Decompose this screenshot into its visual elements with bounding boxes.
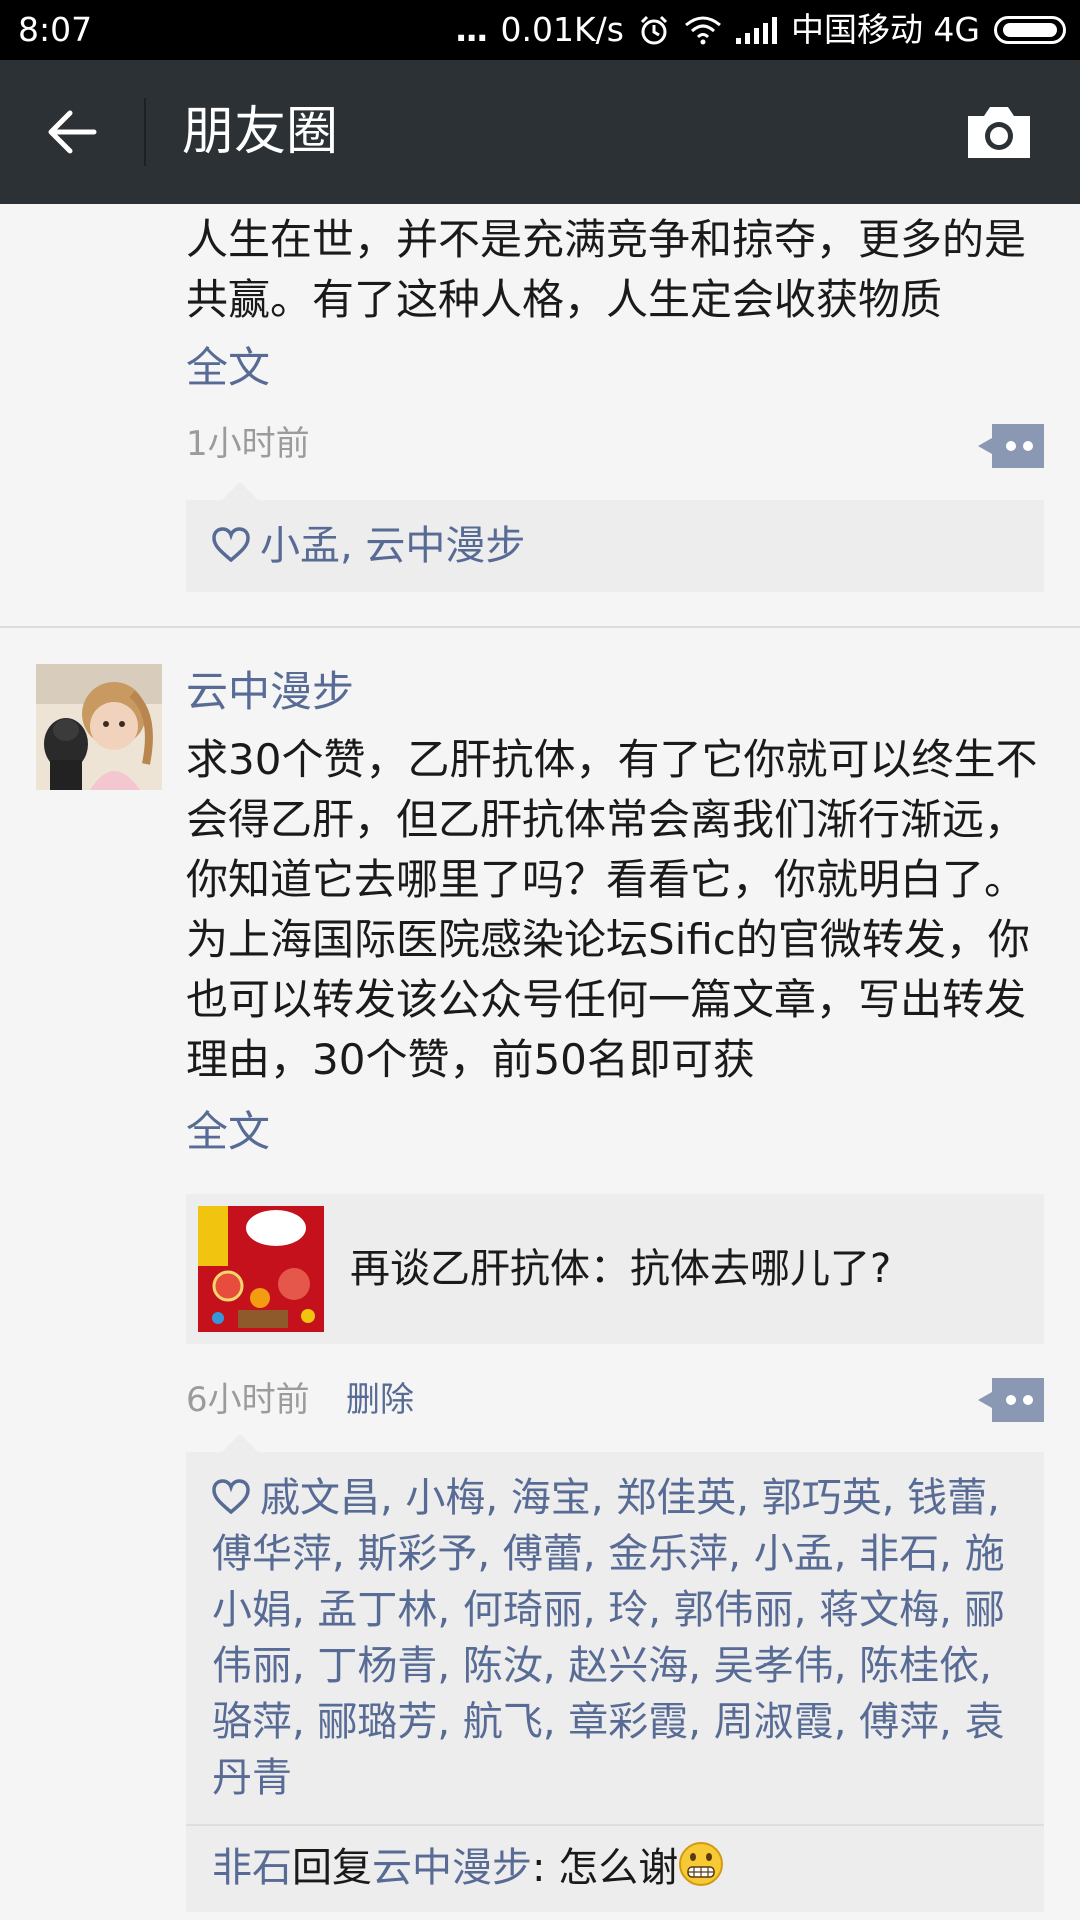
- comment-action-button[interactable]: [978, 1378, 1044, 1422]
- status-time: 8:07: [18, 10, 93, 49]
- post-time: 1小时前: [186, 424, 310, 464]
- likes-list: 戚文昌, 小梅, 海宝, 郑佳英, 郭巧英, 钱蕾, 傅华萍, 斯彩予, 傅蕾,…: [186, 1452, 1044, 1824]
- post-text: 求30个赞，乙肝抗体，有了它你就可以终生不会得乙肝，但乙肝抗体常会离我们渐行渐远…: [186, 735, 1038, 1084]
- heart-icon: [212, 1479, 250, 1515]
- avatar-image: [36, 664, 162, 790]
- moments-feed[interactable]: 人生在世，并不是充满竞争和掠夺，更多的是共赢。有了这种人格，人生定会收获物质 全…: [0, 204, 1080, 1920]
- fulltext-link[interactable]: 全文: [186, 338, 270, 398]
- page-title: 朋友圈: [182, 102, 339, 162]
- wifi-icon: [684, 16, 721, 45]
- delete-button[interactable]: 删除: [346, 1378, 414, 1422]
- alarm-icon: [640, 15, 667, 45]
- comment-text: : 怎么谢: [532, 1845, 679, 1891]
- likes-list: 小孟, 云中漫步: [186, 500, 1044, 592]
- shared-article-title: 再谈乙肝抗体：抗体去哪儿了?: [350, 1246, 892, 1292]
- likes-and-comments-box: 戚文昌, 小梅, 海宝, 郑佳英, 郭巧英, 钱蕾, 傅华萍, 斯彩予, 傅蕾,…: [186, 1434, 1044, 1912]
- back-arrow-icon[interactable]: [44, 104, 100, 160]
- post-time: 6小时前: [186, 1380, 310, 1420]
- carrier-label: 中国移动 4G: [790, 10, 980, 49]
- more-dots-icon: ...: [454, 10, 489, 49]
- likes-box-arrow: [222, 1434, 258, 1452]
- comment-dots-icon: [978, 424, 1044, 468]
- likes-names[interactable]: 戚文昌, 小梅, 海宝, 郑佳英, 郭巧英, 钱蕾, 傅华萍, 斯彩予, 傅蕾,…: [212, 1475, 1005, 1801]
- shared-article-card[interactable]: 再谈乙肝抗体：抗体去哪儿了?: [186, 1194, 1044, 1344]
- comment-author[interactable]: 非石: [212, 1845, 292, 1891]
- network-speed: 0.01K/s: [500, 10, 624, 49]
- comment-reply-target[interactable]: 云中漫步: [372, 1845, 532, 1891]
- comment-dots-icon: [978, 1378, 1044, 1422]
- battery-icon: [994, 16, 1066, 44]
- likes-box-arrow: [222, 482, 258, 500]
- fulltext-link[interactable]: 全文: [186, 1102, 270, 1162]
- reply-word: 回复: [292, 1845, 372, 1891]
- camera-icon[interactable]: [964, 102, 1034, 162]
- username[interactable]: 云中漫步: [186, 664, 354, 720]
- comment-item[interactable]: 非石回复云中漫步: 怎么谢: [186, 1824, 1044, 1912]
- heart-icon: [212, 527, 250, 563]
- status-bar: 8:07 ... 0.01K/s 中国移动 4G: [0, 0, 1080, 60]
- article-thumbnail-image: [198, 1206, 324, 1332]
- post-text: 人生在世，并不是充满竞争和掠夺，更多的是共赢。有了这种人格，人生定会收获物质: [186, 215, 1027, 324]
- likes-names[interactable]: 小孟, 云中漫步: [260, 523, 525, 569]
- comment-action-button[interactable]: [978, 424, 1044, 468]
- grimace-emoji-icon: [679, 1842, 724, 1886]
- nav-bar: 朋友圈: [0, 60, 1080, 204]
- avatar[interactable]: [36, 664, 162, 790]
- post-separator: [0, 626, 1080, 628]
- likes-box: 小孟, 云中漫步: [186, 482, 1044, 592]
- status-right: ... 0.01K/s 中国移动 4G: [455, 0, 1066, 60]
- nav-divider: [144, 98, 146, 166]
- share-thumbnail: [198, 1206, 324, 1332]
- signal-icon: [735, 16, 777, 44]
